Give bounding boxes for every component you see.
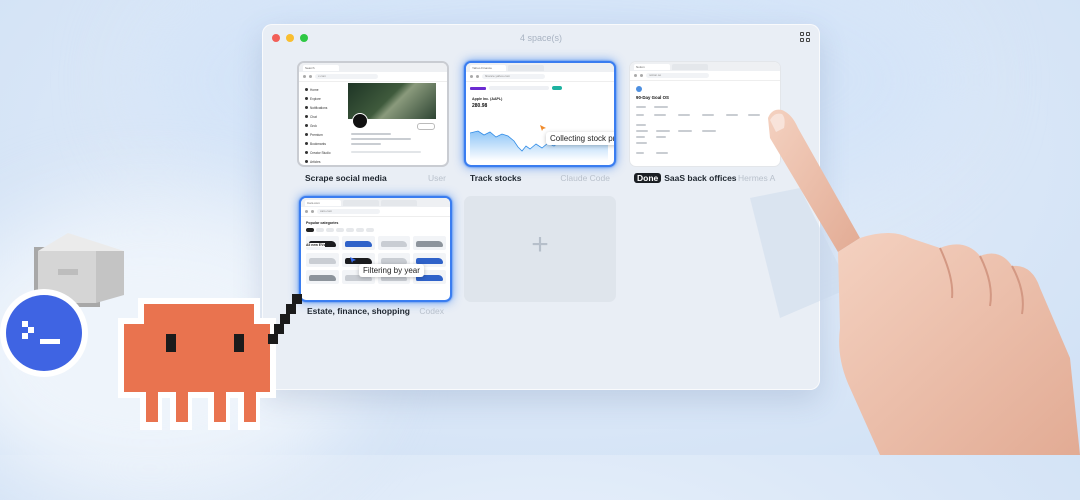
- price: 280.98: [472, 103, 488, 109]
- plus-icon: +: [531, 228, 549, 261]
- terminal-icon: [0, 289, 88, 377]
- space-name: Scrape social media: [305, 173, 387, 183]
- agent-tooltip: Collecting stock pric: [546, 132, 614, 145]
- follow-button: [417, 123, 435, 130]
- spaces-window: 4 space(s) Search x.com Home Explore Not…: [262, 24, 820, 390]
- space-name: Done SaaS back offices: [634, 173, 737, 183]
- space-card-shopping[interactable]: Cars.com cars.com Popular categories All…: [299, 196, 452, 302]
- space-card-stocks[interactable]: Yahoo Finance finance.yahoo.com Apple In…: [464, 61, 616, 167]
- add-space-button[interactable]: +: [464, 196, 616, 302]
- agent-tooltip: Filtering by year: [359, 264, 424, 277]
- window-title: 4 space(s): [519, 33, 563, 43]
- space-name: Track stocks: [470, 173, 522, 183]
- ticker: Apple Inc. (AAPL): [472, 97, 503, 101]
- section-heading: Popular categories: [306, 221, 339, 225]
- avatar: [352, 113, 368, 129]
- space-card-social[interactable]: Search x.com Home Explore Notifications …: [297, 61, 449, 167]
- mini-sidebar: Home Explore Notifications Chat Grok Pre…: [305, 87, 339, 165]
- page-heading: 90-Day Goal OS: [636, 95, 669, 100]
- space-agent: Claude Code: [560, 173, 610, 183]
- space-name: Estate, finance, shopping: [307, 306, 410, 316]
- space-agent: Codex: [419, 306, 444, 316]
- cursor-icon: [540, 125, 546, 131]
- mini-tab: Search: [303, 64, 339, 71]
- pixel-creature-icon: [118, 294, 302, 430]
- done-badge: Done: [634, 173, 662, 183]
- hand-icon: [750, 109, 1080, 455]
- space-agent: User: [428, 173, 446, 183]
- page-icon: [636, 86, 642, 92]
- grid-icon[interactable]: [800, 32, 810, 42]
- mini-url: x.com: [315, 74, 378, 79]
- cursor-icon: [350, 257, 356, 263]
